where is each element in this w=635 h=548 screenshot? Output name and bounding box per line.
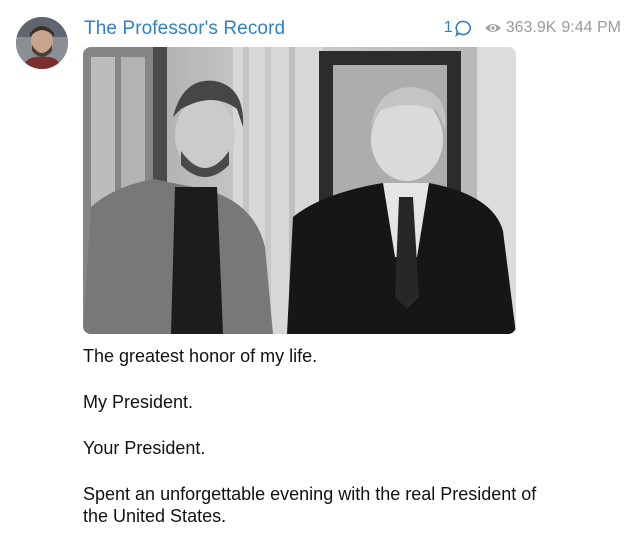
post-meta: 1 363.9K 9:44 PM <box>444 19 621 37</box>
message-paragraph-3: Your President. <box>83 438 206 458</box>
reply-count-button[interactable]: 1 <box>444 19 472 37</box>
post-time: 9:44 PM <box>561 19 621 36</box>
message-text: The greatest honor of my life. My Presid… <box>83 345 543 527</box>
reply-count-value: 1 <box>443 19 453 36</box>
message-paragraph-4: Spent an unforgettable evening with the … <box>83 484 537 526</box>
comment-bubble-icon <box>454 20 471 37</box>
views-count: 363.9K <box>484 19 557 37</box>
channel-avatar[interactable] <box>16 17 68 69</box>
views-value: 363.9K <box>505 19 557 36</box>
eye-icon <box>484 24 501 32</box>
message-paragraph-2: My President. <box>83 392 194 412</box>
channel-title[interactable]: The Professor's Record <box>84 18 285 40</box>
message-paragraph-1: The greatest honor of my life. <box>83 346 318 366</box>
post-photo[interactable] <box>83 47 516 334</box>
